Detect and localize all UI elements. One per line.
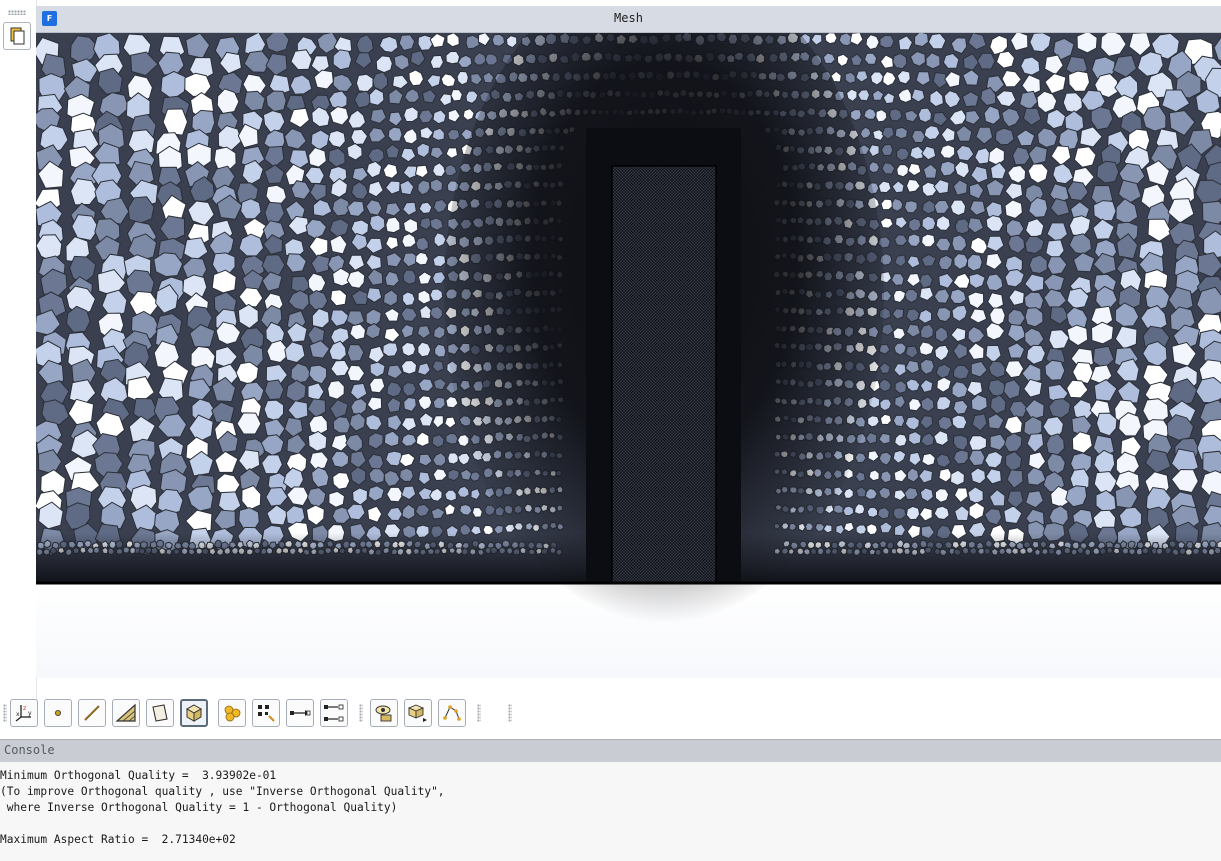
copy-window-button[interactable] bbox=[3, 22, 31, 50]
axes-icon: z y x bbox=[15, 705, 32, 722]
console-line: Maximum Aspect Ratio = 2.71340e+02 bbox=[0, 833, 236, 846]
connect-icon bbox=[290, 710, 311, 716]
svg-text:x: x bbox=[16, 711, 20, 718]
window-title: Mesh bbox=[614, 11, 643, 25]
copy-icon bbox=[10, 27, 25, 45]
console-line: Minimum Orthogonal Quality = 3.93902e-01 bbox=[0, 769, 277, 782]
view-zone-button[interactable] bbox=[370, 699, 398, 727]
cell-zone-icon bbox=[407, 704, 427, 722]
pick-nodes-button[interactable] bbox=[252, 699, 280, 727]
graphics-viewport[interactable] bbox=[36, 33, 1221, 678]
svg-text:z: z bbox=[23, 705, 26, 712]
triangle-faces-button[interactable] bbox=[112, 699, 140, 727]
quad-face-icon bbox=[152, 704, 168, 722]
display-toolbar: z y x bbox=[0, 696, 1221, 730]
console-output[interactable]: Minimum Orthogonal Quality = 3.93902e-01… bbox=[0, 762, 1221, 861]
polyhedra-icon bbox=[224, 705, 241, 722]
pick-path-icon bbox=[443, 705, 461, 721]
triangle-face-icon bbox=[115, 703, 136, 722]
left-dock bbox=[0, 0, 37, 700]
point-icon bbox=[55, 710, 61, 716]
console-line: where Inverse Orthogonal Quality = 1 - O… bbox=[0, 801, 398, 814]
toolbar-grip[interactable] bbox=[508, 704, 512, 722]
edges-button[interactable] bbox=[78, 699, 106, 727]
edge-icon bbox=[84, 705, 100, 721]
connect-multi-icon bbox=[324, 704, 344, 722]
connect-button[interactable] bbox=[286, 699, 314, 727]
mesh-display[interactable] bbox=[36, 33, 1221, 678]
cell-zone-button[interactable] bbox=[404, 699, 432, 727]
svg-text:y: y bbox=[28, 710, 32, 717]
graphics-window-titlebar: F Mesh bbox=[36, 6, 1221, 33]
toolbar-separator bbox=[359, 704, 363, 722]
cells-button[interactable] bbox=[180, 699, 208, 727]
polyhedra-button[interactable] bbox=[218, 699, 246, 727]
quad-faces-button[interactable] bbox=[146, 699, 174, 727]
toolbar-grip[interactable] bbox=[3, 704, 7, 722]
pick-path-button[interactable] bbox=[438, 699, 466, 727]
console-header: Console bbox=[0, 739, 1221, 762]
toolbar-separator bbox=[477, 704, 481, 722]
cube-icon bbox=[185, 704, 203, 722]
dock-grip[interactable] bbox=[8, 10, 26, 15]
axes-button[interactable]: z y x bbox=[10, 699, 38, 727]
view-zone-icon bbox=[375, 705, 392, 722]
connect-multi-button[interactable] bbox=[320, 699, 348, 727]
pick-nodes-icon bbox=[258, 705, 275, 722]
points-button[interactable] bbox=[44, 699, 72, 727]
console-line: (To improve Orthogonal quality , use "In… bbox=[0, 785, 445, 798]
console-title: Console bbox=[4, 743, 55, 757]
